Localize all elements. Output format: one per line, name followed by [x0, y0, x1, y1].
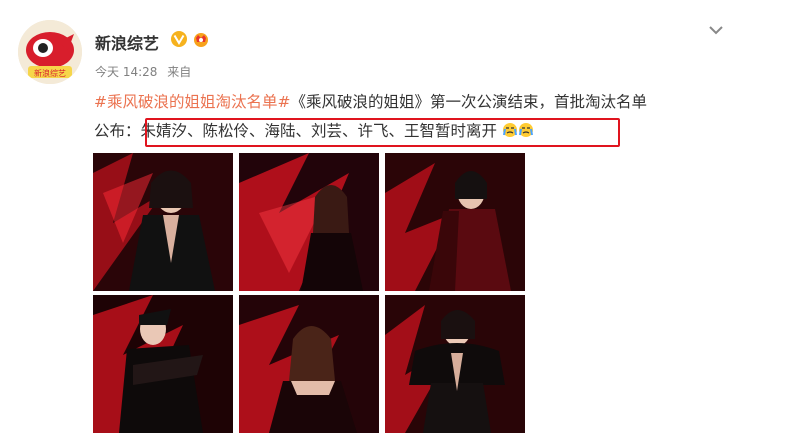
avatar[interactable]: 新浪综艺 — [18, 20, 82, 84]
post-time[interactable]: 今天 14:28 — [95, 65, 157, 79]
member-crown-icon[interactable] — [192, 30, 210, 48]
verified-v-icon — [171, 31, 187, 47]
highlight-box — [145, 118, 620, 147]
contestant-photo[interactable] — [239, 295, 379, 433]
post-text-part1: 《乘风破浪的姐姐》第一次公演结束，首批淘汰名单 — [290, 93, 647, 111]
contestant-photo[interactable] — [93, 295, 233, 433]
image-grid — [93, 153, 525, 433]
chevron-down-icon[interactable] — [706, 22, 726, 38]
sina-variety-logo: 新浪综艺 — [18, 20, 82, 84]
avatar-text: 新浪综艺 — [34, 68, 66, 78]
contestant-photo[interactable] — [385, 295, 525, 433]
contestant-photo[interactable] — [93, 153, 233, 291]
post-meta: 今天 14:28 来自 — [95, 63, 197, 80]
post-source: 来自 — [167, 65, 192, 79]
contestant-photo[interactable] — [239, 153, 379, 291]
hashtag-link[interactable]: #乘风破浪的姐姐淘汰名单# — [94, 93, 290, 111]
account-name[interactable]: 新浪综艺 — [95, 30, 159, 54]
post-text-prefix: 公布： — [94, 122, 141, 140]
contestant-photo[interactable] — [385, 153, 525, 291]
